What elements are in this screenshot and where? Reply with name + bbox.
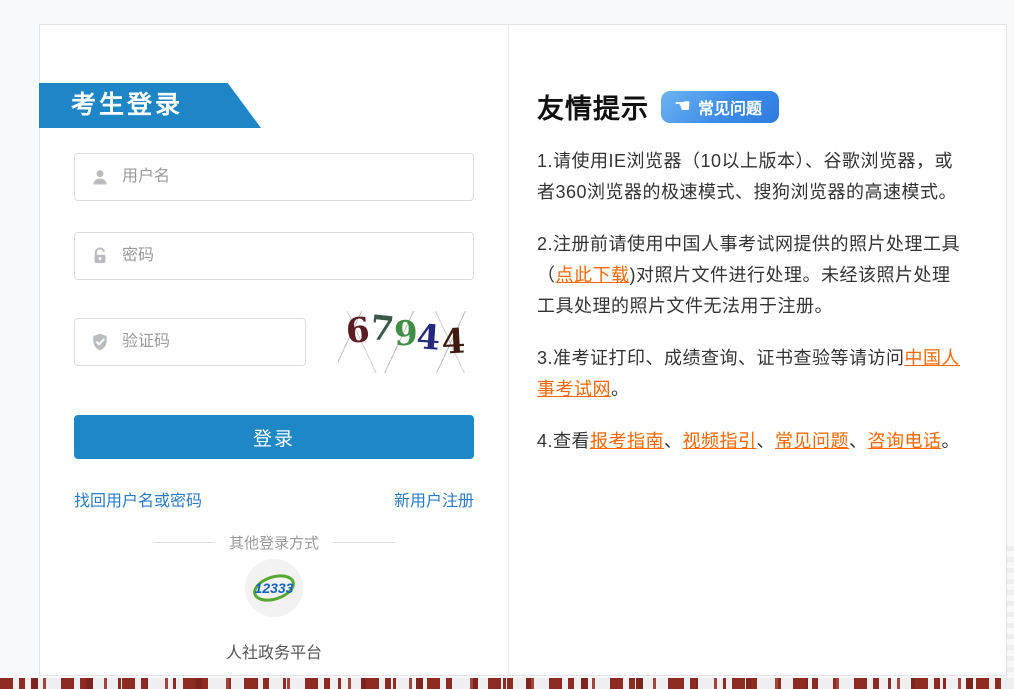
login-panel: 考生登录 xyxy=(40,25,508,675)
shield-check-icon xyxy=(90,332,110,352)
divider-line-left xyxy=(153,542,215,543)
captcha-digit: 4 xyxy=(415,317,441,359)
tip-link[interactable]: 点此下载 xyxy=(556,265,630,285)
tip-link[interactable]: 咨询电话 xyxy=(868,431,942,451)
captcha-digit: 4 xyxy=(441,321,467,362)
sso-12333-logo[interactable]: 12333 xyxy=(245,559,303,617)
tip-text: 、 xyxy=(849,431,868,451)
divider-line-right xyxy=(333,542,395,543)
tip-link[interactable]: 视频指引 xyxy=(683,431,757,451)
login-card: 考生登录 xyxy=(39,24,1007,676)
sso-label: 人社政务平台 xyxy=(40,639,508,663)
username-field[interactable] xyxy=(74,153,474,201)
tips-header: 友情提示 ☚ 常见问题 xyxy=(537,87,960,126)
login-button[interactable]: 登录 xyxy=(74,415,474,459)
user-icon xyxy=(90,167,110,187)
sso-login: 12333 人社政务平台 xyxy=(40,559,508,663)
tips-title: 友情提示 xyxy=(537,87,649,126)
tip-text: 4.查看 xyxy=(537,431,590,451)
pointing-hand-icon: ☚ xyxy=(674,97,691,116)
login-banner-label: 考生登录 xyxy=(71,91,183,119)
tip-item-2: 2.注册前请使用中国人事考试网提供的照片处理工具（点此下载)对照片文件进行处理。… xyxy=(537,229,960,322)
other-login-divider: 其他登录方式 xyxy=(74,532,474,553)
captcha-field[interactable] xyxy=(74,318,306,366)
forgot-credentials-link[interactable]: 找回用户名或密码 xyxy=(74,487,202,511)
tip-item-4: 4.查看报考指南、视频指引、常见问题、咨询电话。 xyxy=(537,426,960,457)
logo-12333-icon: 12333 xyxy=(251,565,297,611)
tip-text: 1.请使用IE浏览器（10以上版本）、谷歌浏览器，或者360浏览器的极速模式、搜… xyxy=(537,151,957,202)
password-input[interactable] xyxy=(122,233,473,279)
exam-login-page: { "login": { "banner": "考生登录", "username… xyxy=(0,0,1014,689)
faq-button[interactable]: ☚ 常见问题 xyxy=(661,91,779,123)
tip-text: 。 xyxy=(611,379,630,399)
login-links-row: 找回用户名或密码 新用户注册 xyxy=(74,487,474,511)
login-form: 67944 登录 找回用户名或密码 新用户注册 xyxy=(74,153,474,511)
username-input[interactable] xyxy=(122,154,473,200)
tips-panel: 友情提示 ☚ 常见问题 1.请使用IE浏览器（10以上版本）、谷歌浏览器，或者3… xyxy=(508,25,1006,675)
tip-item-3: 3.准考证打印、成绩查询、证书查验等请访问中国人事考试网。 xyxy=(537,343,960,405)
captcha-digit: 7 xyxy=(368,308,396,350)
tip-link[interactable]: 报考指南 xyxy=(590,431,664,451)
password-field[interactable] xyxy=(74,232,474,280)
login-banner: 考生登录 xyxy=(39,83,261,128)
tip-item-1: 1.请使用IE浏览器（10以上版本）、谷歌浏览器，或者360浏览器的极速模式、搜… xyxy=(537,146,960,208)
captcha-input[interactable] xyxy=(122,319,329,365)
tip-link[interactable]: 常见问题 xyxy=(775,431,849,451)
captcha-image[interactable]: 67944 xyxy=(338,311,473,373)
lock-icon xyxy=(90,246,110,266)
captcha-digit: 9 xyxy=(393,314,418,355)
bottom-decorative-band xyxy=(0,678,1014,689)
captcha-row: 67944 xyxy=(74,311,474,373)
tip-text: 。 xyxy=(942,431,961,451)
tip-text: 3.准考证打印、成绩查询、证书查验等请访问 xyxy=(537,348,905,368)
register-link[interactable]: 新用户注册 xyxy=(394,487,474,511)
tip-text: 、 xyxy=(664,431,683,451)
tip-text: 、 xyxy=(757,431,776,451)
svg-text:12333: 12333 xyxy=(255,580,294,596)
other-login-label: 其他登录方式 xyxy=(229,532,319,553)
faq-button-label: 常见问题 xyxy=(698,95,762,119)
